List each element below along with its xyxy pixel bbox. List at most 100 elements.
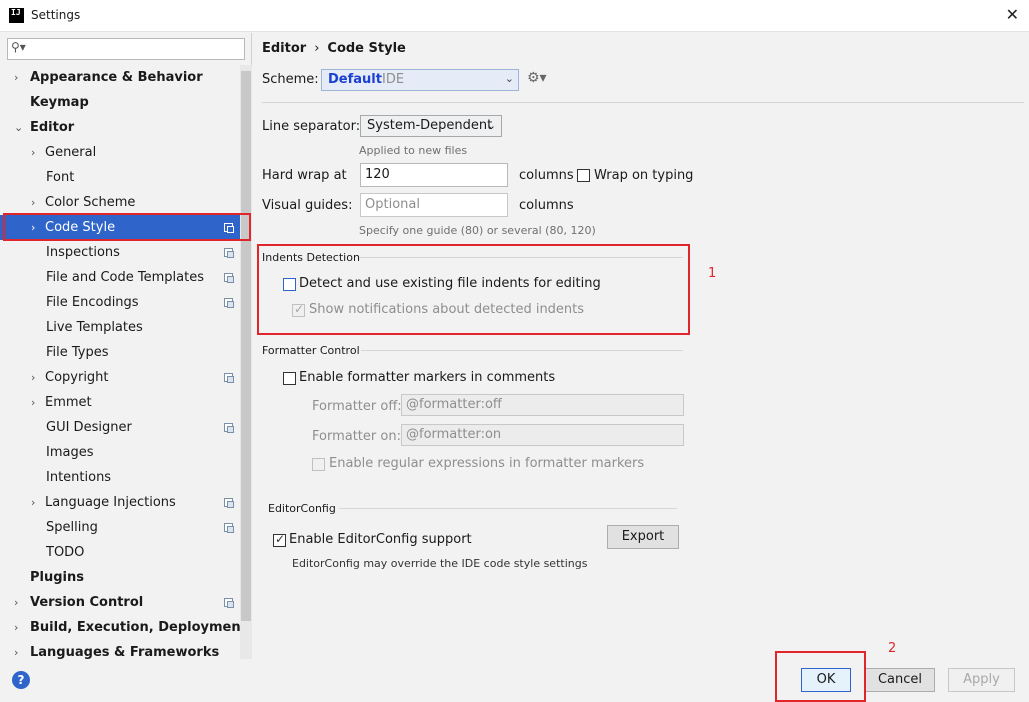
sidebar-item-label: File Encodings [46, 295, 139, 310]
project-settings-icon [224, 423, 234, 433]
window-title: Settings [31, 8, 81, 22]
search-icon: ⚲▾ [11, 40, 26, 54]
scheme-kind: IDE [382, 72, 405, 87]
sidebar-item-plugins[interactable]: Plugins [0, 565, 240, 590]
chevron-right-icon[interactable]: › [31, 140, 35, 165]
intellij-app-icon: IJ [9, 8, 24, 23]
line-separator-dropdown[interactable]: System-Dependent ⌄ [360, 115, 502, 137]
sidebar-item-label: Images [46, 445, 94, 460]
settings-search-input[interactable]: ⚲▾ [7, 38, 245, 60]
checkmark-icon: ✓ [275, 532, 286, 546]
sidebar-item-spelling[interactable]: Spelling [0, 515, 240, 540]
sidebar-item-file-encodings[interactable]: File Encodings [0, 290, 240, 315]
sidebar-item-version-control[interactable]: › Version Control [0, 590, 240, 615]
enable-editorconfig-label: Enable EditorConfig support [289, 532, 472, 547]
close-icon[interactable]: ✕ [1006, 5, 1019, 24]
sidebar-item-language-injections[interactable]: › Language Injections [0, 490, 240, 515]
sidebar-item-label: File and Code Templates [46, 270, 204, 285]
indents-highlight-box [257, 244, 690, 335]
visual-guides-input[interactable]: Optional [360, 193, 508, 217]
sidebar-item-label: Keymap [30, 95, 89, 110]
export-button[interactable]: Export [607, 525, 679, 549]
project-settings-icon [224, 523, 234, 533]
settings-tree: › Appearance & Behavior Keymap ⌄ Editor › Gene… [0, 65, 247, 665]
title-bar: IJ Settings ✕ [0, 0, 1029, 32]
line-separator-hint: Applied to new files [359, 144, 468, 157]
dialog-footer: ? OK Cancel Apply 2 [0, 641, 1029, 702]
project-settings-icon [224, 298, 234, 308]
enable-formatter-markers-checkbox[interactable] [283, 372, 296, 385]
ok-highlight-box [775, 651, 866, 702]
chevron-right-icon[interactable]: › [14, 615, 18, 640]
sidebar-scrollbar-thumb[interactable] [241, 71, 251, 621]
cancel-button[interactable]: Cancel [865, 668, 935, 692]
formatter-on-input[interactable]: @formatter:on [401, 424, 684, 446]
sidebar-item-label: Language Injections [45, 495, 176, 510]
help-icon[interactable]: ? [12, 671, 30, 689]
sidebar-item-label: Build, Execution, Deployment [30, 620, 247, 635]
hard-wrap-input[interactable]: 120 [360, 163, 508, 187]
hard-wrap-label: Hard wrap at [262, 168, 347, 183]
formatter-off-label: Formatter off: [312, 399, 402, 414]
scheme-dropdown[interactable]: Default IDE ⌄ [321, 69, 519, 91]
sidebar-item-copyright[interactable]: › Copyright [0, 365, 240, 390]
sidebar-item-label: Version Control [30, 595, 144, 610]
code-style-panel: Editor › Code Style Scheme: Default IDE ⌄ … [253, 33, 1029, 659]
sidebar-item-file-and-code-templates[interactable]: File and Code Templates [0, 265, 240, 290]
breadcrumb: Editor › Code Style [262, 41, 406, 56]
sidebar-item-intentions[interactable]: Intentions [0, 465, 240, 490]
sidebar-item-build-execution-deployment[interactable]: › Build, Execution, Deployment [0, 615, 247, 640]
sidebar-item-emmet[interactable]: › Emmet [0, 390, 240, 415]
editorconfig-note: EditorConfig may override the IDE code s… [292, 557, 588, 570]
project-settings-icon [224, 373, 234, 383]
wrap-on-typing-checkbox[interactable] [577, 169, 590, 182]
enable-editorconfig-checkbox[interactable]: ✓ [273, 532, 286, 547]
settings-sidebar: ⚲▾ › Appearance & Behavior Keymap ⌄ Editor › G… [0, 33, 252, 660]
chevron-right-icon[interactable]: › [14, 590, 18, 615]
chevron-right-icon[interactable]: › [31, 390, 35, 415]
wrap-on-typing-label: Wrap on typing [594, 168, 694, 183]
sidebar-item-live-templates[interactable]: Live Templates [0, 315, 240, 340]
chevron-down-icon: ⌄ [504, 72, 514, 85]
regex-markers-checkbox[interactable] [312, 458, 325, 471]
formatter-on-label: Formatter on: [312, 429, 401, 444]
sidebar-item-label: Live Templates [46, 320, 143, 335]
line-separator-value: System-Dependent [367, 118, 493, 133]
sidebar-item-todo[interactable]: TODO [0, 540, 240, 565]
sidebar-item-general[interactable]: › General [0, 140, 240, 165]
annotation-number-2: 2 [888, 641, 897, 656]
gear-icon[interactable]: ⚙▾ [527, 70, 547, 86]
visual-guides-unit: columns [519, 198, 574, 213]
formatter-control-title: Formatter Control [262, 344, 360, 357]
chevron-down-icon[interactable]: ⌄ [14, 115, 23, 140]
sidebar-item-label: Intentions [46, 470, 112, 485]
sidebar-item-editor[interactable]: ⌄ Editor [0, 115, 240, 140]
annotation-number-1: 1 [708, 266, 717, 281]
enable-formatter-markers-label: Enable formatter markers in comments [299, 370, 556, 385]
chevron-right-icon[interactable]: › [31, 365, 35, 390]
apply-button[interactable]: Apply [948, 668, 1015, 692]
sidebar-item-label: Inspections [46, 245, 120, 260]
sidebar-item-label: Editor [30, 120, 75, 135]
sidebar-item-label: General [45, 145, 97, 160]
formatter-off-input[interactable]: @formatter:off [401, 394, 684, 416]
sidebar-item-keymap[interactable]: Keymap [0, 90, 240, 115]
sidebar-item-appearance-behavior[interactable]: › Appearance & Behavior [0, 65, 240, 90]
breadcrumb-editor: Editor [262, 41, 307, 56]
sidebar-item-images[interactable]: Images [0, 440, 240, 465]
project-settings-icon [224, 248, 234, 258]
chevron-down-icon: ⌄ [486, 119, 496, 132]
sidebar-item-gui-designer[interactable]: GUI Designer [0, 415, 240, 440]
sidebar-item-label: TODO [46, 545, 85, 560]
project-settings-icon [224, 498, 234, 508]
project-settings-icon [224, 273, 234, 283]
chevron-right-icon[interactable]: › [14, 65, 18, 90]
sidebar-item-color-scheme[interactable]: › Color Scheme [0, 190, 240, 215]
code-style-highlight-box [3, 213, 251, 241]
chevron-right-icon[interactable]: › [31, 190, 35, 215]
sidebar-item-font[interactable]: Font [0, 165, 240, 190]
regex-markers-label: Enable regular expressions in formatter … [329, 456, 645, 471]
sidebar-item-file-types[interactable]: File Types [0, 340, 240, 365]
chevron-right-icon[interactable]: › [31, 490, 35, 515]
sidebar-item-inspections[interactable]: Inspections [0, 240, 240, 265]
